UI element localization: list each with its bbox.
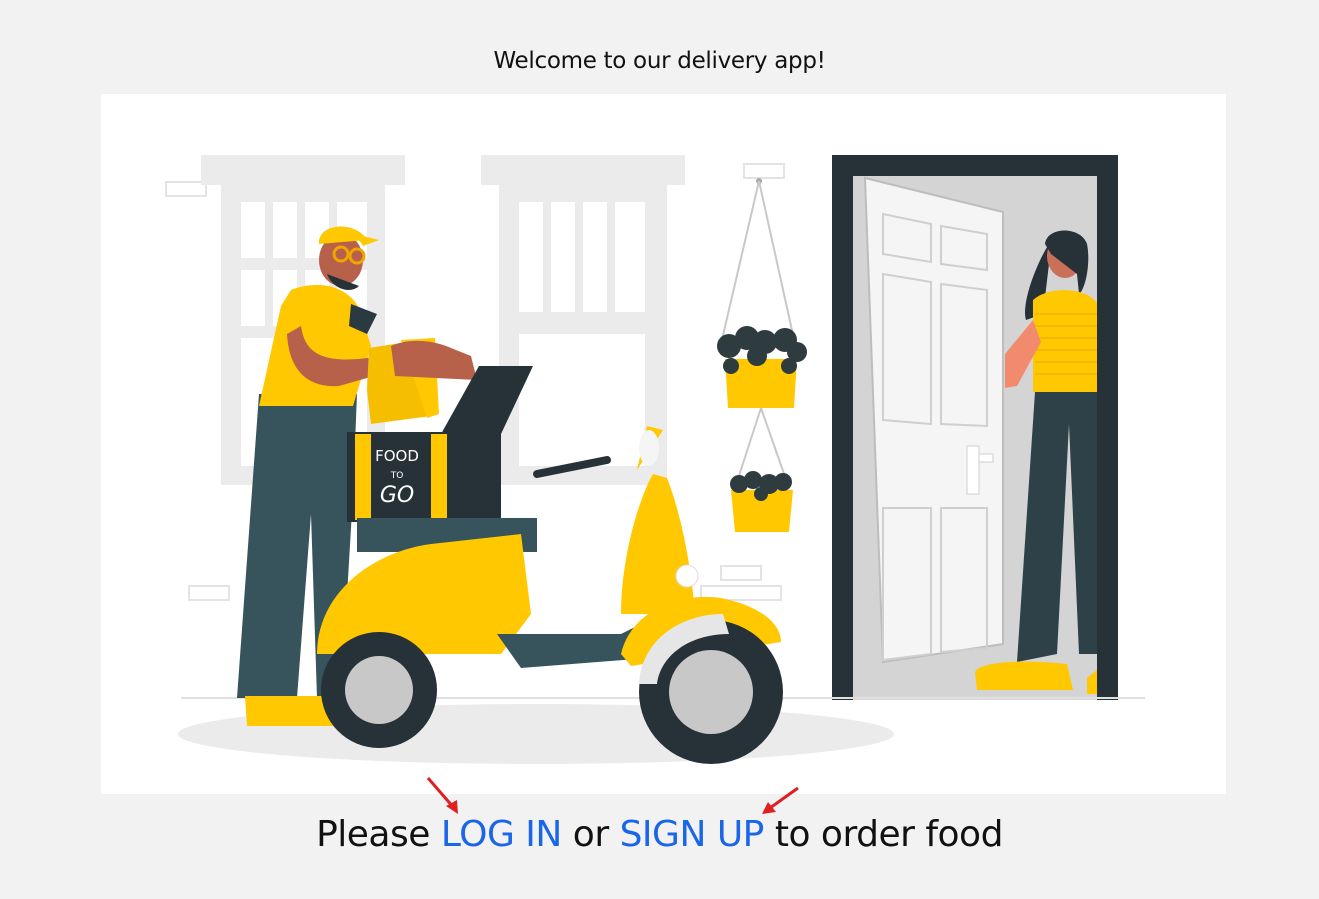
- arrow-to-signup-icon: [762, 786, 799, 814]
- login-link[interactable]: LOG IN: [441, 814, 563, 855]
- signup-link[interactable]: SIGN UP: [620, 814, 765, 855]
- box-label-go: GO: [380, 483, 414, 508]
- arrow-to-login-icon: [426, 777, 458, 814]
- hanging-plants: [717, 178, 807, 532]
- welcome-heading: Welcome to our delivery app!: [493, 48, 826, 74]
- box-label-food: FOOD: [375, 447, 419, 465]
- cta-middle: or: [572, 814, 609, 855]
- auth-prompt: Please LOG IN or SIGN UP to order food: [0, 814, 1319, 855]
- box-label-to: TO: [390, 471, 404, 481]
- cta-suffix: to order food: [774, 814, 1004, 855]
- delivery-illustration: FOOD TO GO: [101, 94, 1226, 794]
- cta-prefix: Please: [316, 814, 430, 855]
